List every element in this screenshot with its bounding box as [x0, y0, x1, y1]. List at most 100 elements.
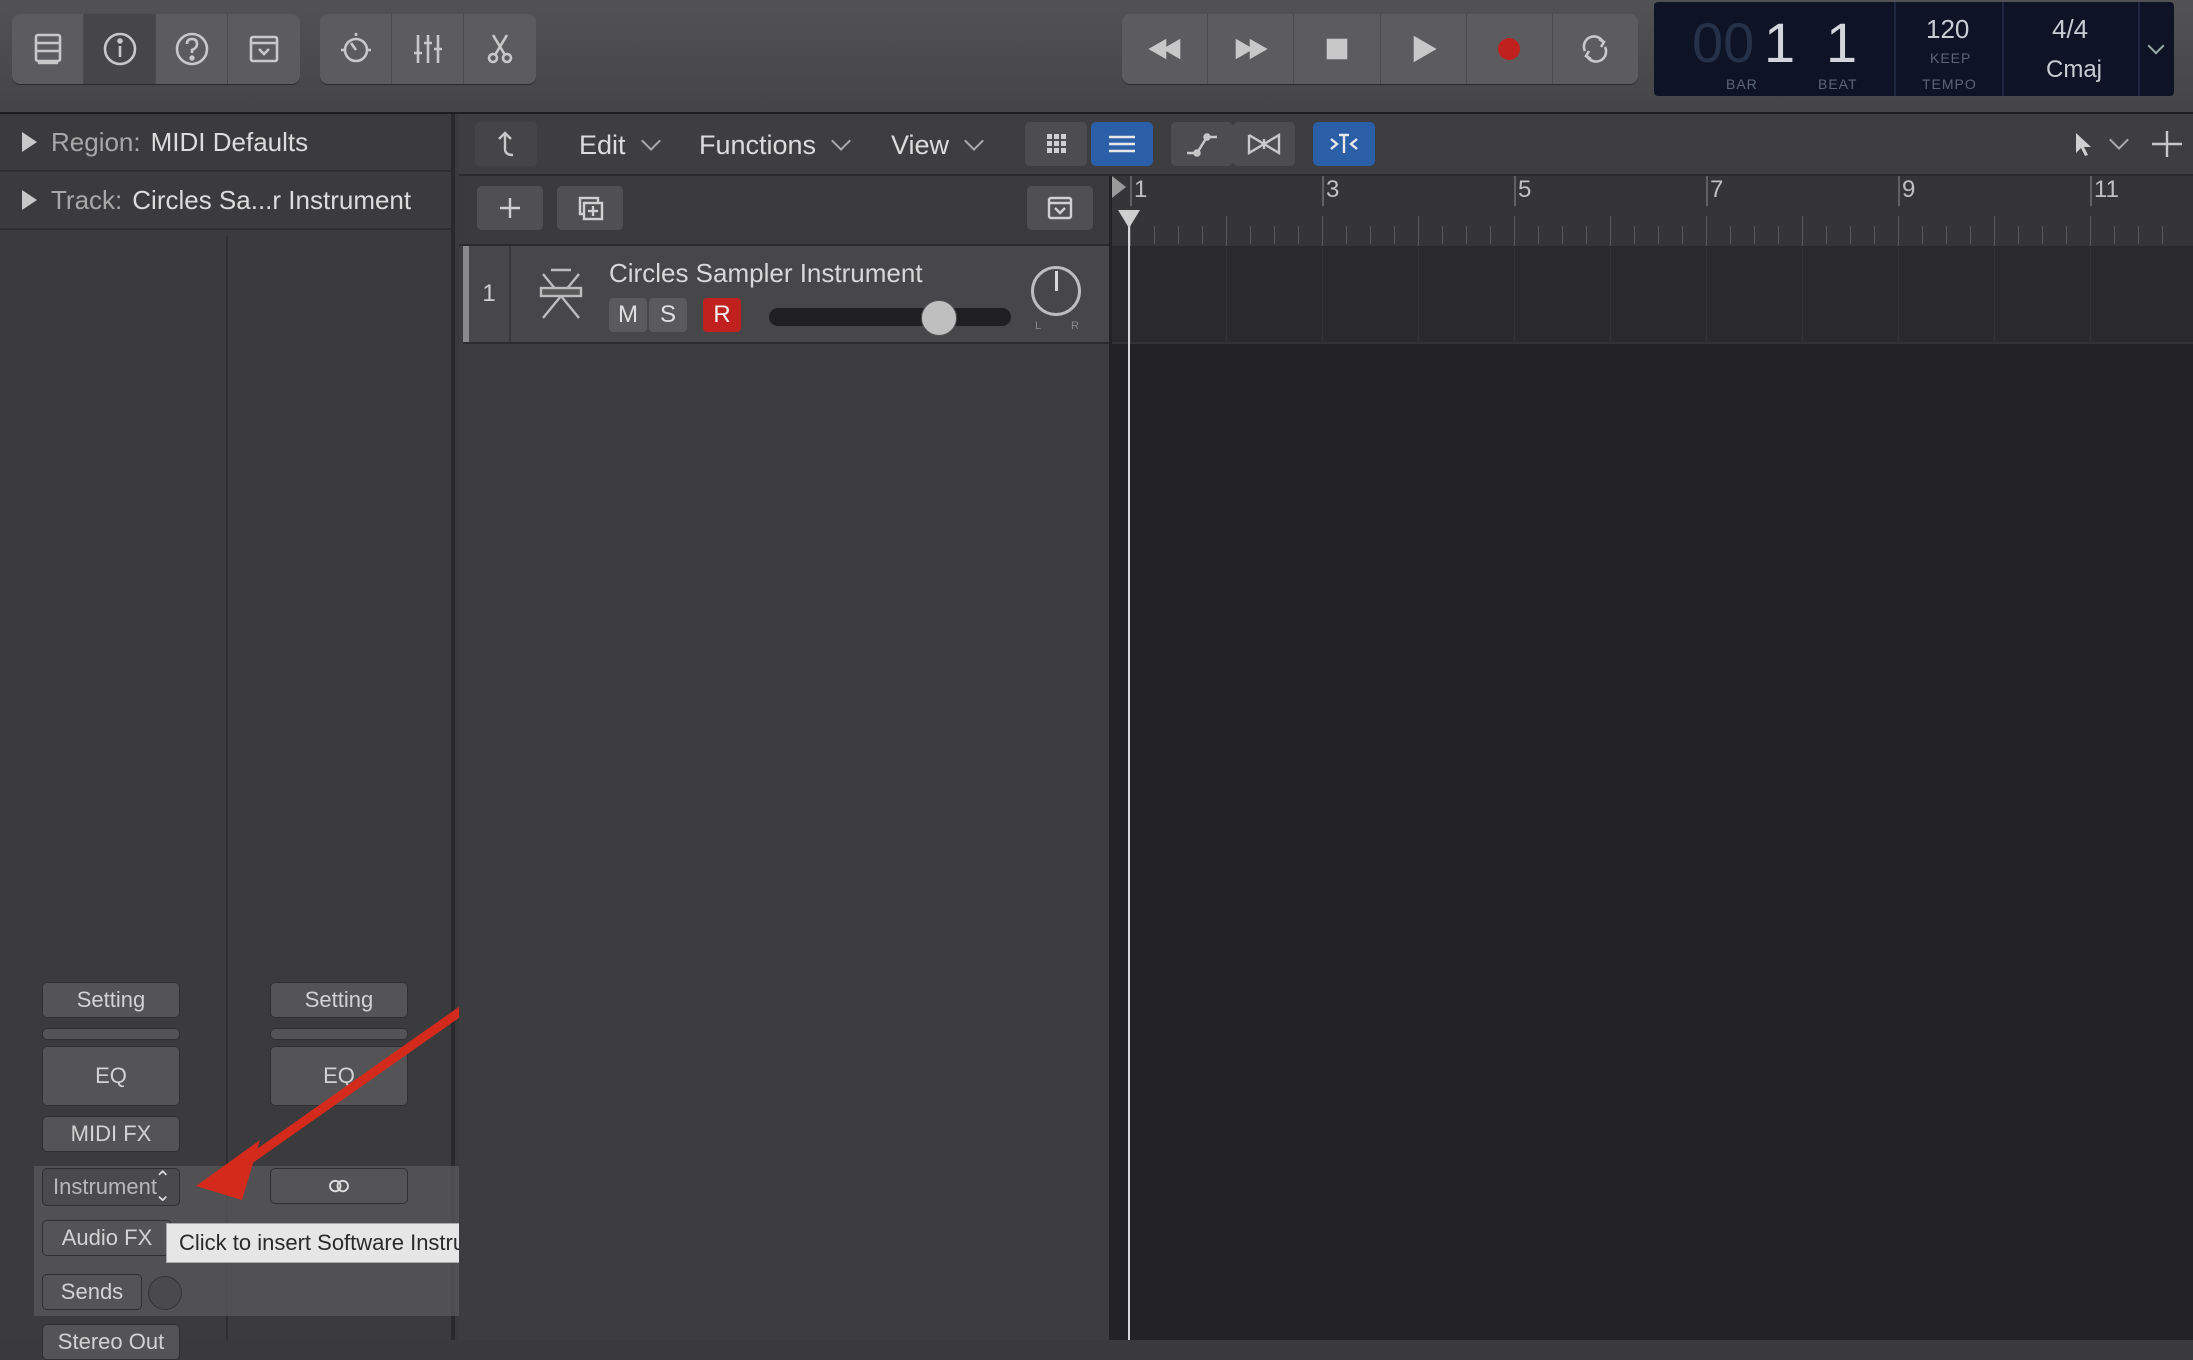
- ruler-tick: [1154, 226, 1155, 244]
- edit-menu-label: Edit: [579, 129, 626, 160]
- inspector-button[interactable]: [84, 14, 156, 84]
- fast-forward-button[interactable]: [1208, 14, 1295, 84]
- send-knob[interactable]: [148, 1276, 182, 1310]
- ruler-tick: [1730, 226, 1731, 244]
- mute-button[interactable]: M: [609, 298, 647, 332]
- toolbar-button[interactable]: [228, 14, 299, 84]
- duplicate-track-button[interactable]: [557, 186, 623, 230]
- catch-button[interactable]: [475, 122, 537, 166]
- audio-fx-button[interactable]: Audio FX: [42, 1220, 172, 1256]
- pan-right-label: R: [1071, 320, 1079, 332]
- chevron-down-icon: [640, 131, 661, 151]
- midi-fx-button[interactable]: MIDI FX: [42, 1116, 180, 1152]
- lane-grid-line: [1802, 248, 1803, 342]
- functions-menu-label: Functions: [699, 129, 817, 160]
- global-tracks-icon: [1047, 196, 1073, 220]
- solo-button[interactable]: S: [649, 298, 687, 332]
- tracks-workspace[interactable]: [1112, 248, 2193, 1340]
- lane-grid-line: [2090, 248, 2091, 342]
- cycle-button[interactable]: [1553, 14, 1638, 84]
- lcd-bar-label: BAR: [1726, 76, 1758, 92]
- ruler-tick: [1658, 226, 1659, 244]
- view-menu[interactable]: View: [891, 124, 984, 166]
- secondary-tool-menu[interactable]: [2145, 122, 2189, 166]
- lcd-divider: [2002, 2, 2004, 96]
- track-name[interactable]: Circles Sampler Instrument: [609, 258, 923, 289]
- lane-grid-line: [1514, 248, 1515, 342]
- view-menu-label: View: [891, 129, 950, 160]
- pan-knob[interactable]: [1031, 266, 1081, 316]
- ruler-bar-number: 9: [1902, 176, 1916, 203]
- stop-button[interactable]: [1294, 14, 1381, 84]
- playhead-handle-icon[interactable]: [1118, 210, 1140, 228]
- lane-grid-line: [1898, 248, 1899, 342]
- ruler-bar-line: [1898, 176, 1900, 206]
- lcd-tempo-mode: KEEP: [1930, 50, 1972, 66]
- chevron-down-icon: [831, 131, 851, 151]
- quick-help-button[interactable]: [156, 14, 228, 84]
- rewind-button[interactable]: [1122, 14, 1209, 84]
- ruler-tick: [1418, 216, 1419, 246]
- flex-icon: [1247, 132, 1281, 156]
- pointer-tool-menu[interactable]: [2057, 122, 2137, 166]
- library-icon: [34, 33, 61, 65]
- play-button[interactable]: [1381, 14, 1467, 84]
- list-icon: [1109, 135, 1135, 153]
- ruler-tick: [2042, 226, 2043, 244]
- ruler-tick: [1202, 226, 1203, 244]
- record-enable-button[interactable]: R: [703, 298, 741, 332]
- volume-slider[interactable]: [769, 300, 1011, 336]
- ruler-tick: [2066, 226, 2067, 244]
- automation-button[interactable]: [1171, 122, 1233, 166]
- add-track-button[interactable]: [477, 186, 543, 230]
- setting-button-left[interactable]: Setting: [42, 982, 180, 1018]
- ruler-tick: [1538, 226, 1539, 244]
- editors-button[interactable]: [464, 14, 535, 84]
- inspector-icon: [103, 32, 136, 66]
- instrument-slot[interactable]: Instrument ⌃ ⌄: [42, 1168, 180, 1206]
- lcd-chevron-down-icon[interactable]: [2147, 37, 2165, 55]
- edit-menu[interactable]: Edit: [579, 124, 661, 166]
- library-button[interactable]: [12, 14, 84, 84]
- track-lane[interactable]: [1112, 248, 2193, 344]
- record-button[interactable]: [1467, 14, 1553, 84]
- functions-menu[interactable]: Functions: [699, 124, 851, 166]
- disclosure-triangle-icon[interactable]: [22, 190, 37, 210]
- track-header[interactable]: 1 Circles Sampler Instrument M S R L R: [463, 246, 1109, 344]
- global-tracks-button[interactable]: [1027, 186, 1093, 230]
- stereo-out-button[interactable]: Stereo Out: [42, 1324, 180, 1360]
- mixer-button[interactable]: [392, 14, 464, 84]
- lcd-time-signature: 4/4: [2052, 14, 2089, 44]
- lcd-display[interactable]: 00 1 1 BAR BEAT 120 KEEP TEMPO 4/4 Cmaj: [1654, 2, 2174, 96]
- smart-controls-button[interactable]: [320, 14, 392, 84]
- lane-grid-line: [1322, 248, 1323, 342]
- disclosure-triangle-icon[interactable]: [22, 132, 37, 152]
- lane-grid-line: [1994, 248, 1995, 342]
- ruler-bar-line: [1514, 176, 1516, 206]
- region-inspector-header[interactable]: Region: MIDI Defaults: [0, 114, 451, 172]
- flex-button[interactable]: [1233, 122, 1295, 166]
- ruler-tick: [1322, 216, 1323, 246]
- list-view-button[interactable]: [1091, 122, 1153, 166]
- grid-view-button[interactable]: [1025, 122, 1087, 166]
- snap-button[interactable]: [1313, 122, 1375, 166]
- ruler-tick: [1514, 216, 1515, 246]
- ruler-tick: [1490, 226, 1491, 244]
- ruler-tick: [1226, 216, 1227, 246]
- ruler-tick: [2162, 226, 2163, 244]
- bar-ruler[interactable]: 1 3 5 7 9 11: [1112, 176, 2193, 248]
- volume-slider-knob[interactable]: [921, 300, 958, 336]
- ruler-tick: [1634, 226, 1635, 244]
- playhead[interactable]: [1118, 210, 1140, 1340]
- instrument-slot-label: Instrument: [53, 1174, 157, 1199]
- ruler-tick: [1178, 226, 1179, 244]
- scissors-icon: [487, 34, 512, 64]
- ruler-tick: [1706, 216, 1707, 246]
- snap-icon: [1330, 133, 1358, 153]
- eq-button-left[interactable]: EQ: [42, 1046, 180, 1106]
- ruler-tick: [1466, 226, 1467, 244]
- track-inspector-header[interactable]: Track: Circles Sa...r Instrument: [0, 172, 451, 230]
- sends-button[interactable]: Sends: [42, 1274, 142, 1310]
- ruler-bar-line: [1130, 176, 1132, 206]
- up-down-arrows-icon: ⌃ ⌄: [154, 1168, 171, 1206]
